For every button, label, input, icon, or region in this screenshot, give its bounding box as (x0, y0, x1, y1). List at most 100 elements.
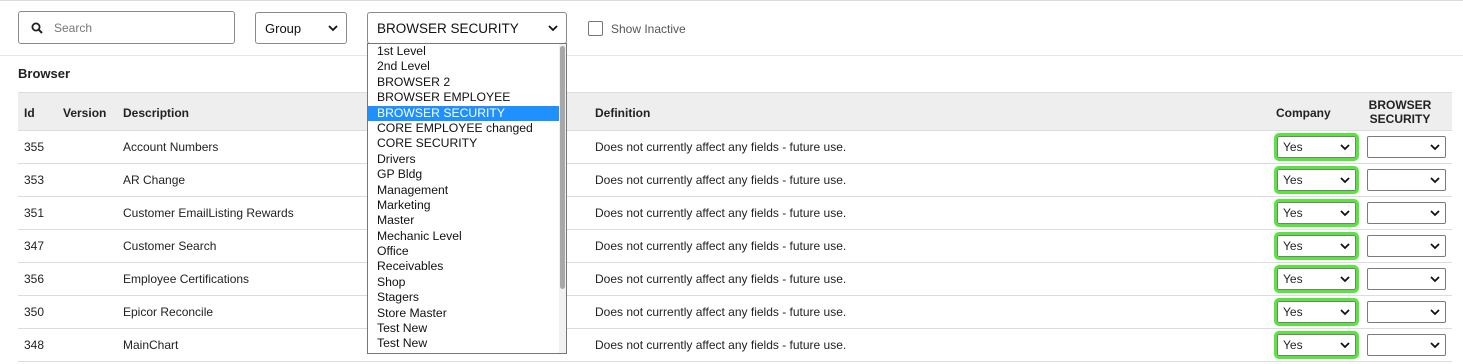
role-dropdown-list[interactable]: 1st Level 2nd Level BROWSER 2 BROWSER EMPLO… (367, 43, 567, 354)
cell-description: Customer Search (123, 239, 217, 253)
browser-security-select[interactable] (1367, 301, 1446, 323)
cell-definition: Does not currently affect any fields - f… (595, 272, 847, 286)
chevron-down-icon (1340, 176, 1350, 183)
dropdown-option[interactable]: 2nd Level (368, 59, 561, 74)
search-icon (31, 22, 43, 34)
chevron-down-icon (1430, 209, 1440, 216)
dropdown-option[interactable]: Receivables (368, 259, 561, 274)
dropdown-scrollbar-thumb[interactable] (560, 46, 565, 289)
column-header-browser-security-line1: BROWSER (1368, 98, 1432, 112)
company-select[interactable]: Yes (1274, 265, 1359, 293)
chevron-down-icon (328, 24, 338, 31)
browser-security-select[interactable] (1367, 268, 1446, 290)
group-select[interactable]: Group (255, 12, 347, 44)
cell-id: 351 (24, 206, 45, 220)
company-select[interactable]: Yes (1274, 298, 1359, 326)
cell-description: AR Change (123, 173, 186, 187)
cell-definition: Does not currently affect any fields - f… (595, 338, 847, 352)
browser-security-select[interactable] (1367, 202, 1446, 224)
chevron-down-icon (1430, 176, 1440, 183)
table-row: 351 Customer EmailListing Rewards Does not… (18, 197, 1452, 230)
cell-description: Epicor Reconcile (123, 305, 214, 319)
search-input[interactable] (52, 19, 232, 36)
show-inactive-label: Show Inactive (611, 21, 686, 36)
company-select[interactable]: Yes (1274, 232, 1359, 260)
company-select[interactable]: Yes (1274, 166, 1359, 194)
company-select[interactable]: Yes (1274, 331, 1359, 359)
company-select-value: Yes (1283, 173, 1303, 187)
cell-id: 347 (24, 239, 45, 253)
browser-security-select[interactable] (1367, 169, 1446, 191)
dropdown-option[interactable]: CORE SECURITY (368, 136, 561, 151)
chevron-down-icon (1340, 308, 1350, 315)
cell-id: 353 (24, 173, 45, 187)
dropdown-scrollbar[interactable] (559, 44, 566, 353)
cell-id: 355 (24, 140, 45, 154)
cell-id: 348 (24, 338, 45, 352)
table-row: 347 Customer Search Does not currently aff… (18, 230, 1452, 263)
dropdown-option[interactable]: Marketing (368, 198, 561, 213)
dropdown-option[interactable]: GP Bldg (368, 167, 561, 182)
dropdown-option[interactable]: Office (368, 244, 561, 259)
dropdown-option[interactable]: Store Master (368, 306, 561, 321)
company-select[interactable]: Yes (1274, 199, 1359, 227)
table-row: 350 Epicor Reconcile Does not currently af… (18, 296, 1452, 329)
column-header-browser-security[interactable]: BROWSER SECURITY (1360, 98, 1440, 126)
dropdown-option[interactable]: BROWSER SECURITY (368, 105, 561, 121)
cell-definition: Does not currently affect any fields - f… (595, 206, 847, 220)
company-select-value: Yes (1283, 140, 1303, 154)
dropdown-option[interactable]: 1st Level (368, 44, 561, 59)
column-header-definition[interactable]: Definition (595, 106, 650, 120)
chevron-down-icon (548, 24, 558, 31)
show-inactive-checkbox[interactable] (588, 21, 603, 36)
cell-definition: Does not currently affect any fields - f… (595, 140, 847, 154)
chevron-down-icon (1340, 242, 1350, 249)
chevron-down-icon (1340, 341, 1350, 348)
dropdown-option[interactable]: Master (368, 213, 561, 228)
dropdown-option[interactable]: Test New (368, 336, 561, 351)
chevron-down-icon (1430, 143, 1440, 150)
browser-security-select[interactable] (1367, 136, 1446, 158)
browser-security-select[interactable] (1367, 334, 1446, 356)
column-header-version[interactable]: Version (63, 106, 106, 120)
dropdown-option[interactable]: Management (368, 183, 561, 198)
table-body: 355 Account Numbers Does not currently aff… (18, 131, 1452, 362)
dropdown-option[interactable]: Drivers (368, 152, 561, 167)
dropdown-option[interactable]: BROWSER 2 (368, 75, 561, 90)
table-row: 348 MainChart Does not currently affect an… (18, 329, 1452, 362)
group-select-value: Group (265, 20, 302, 36)
column-header-browser-security-line2: SECURITY (1369, 112, 1431, 126)
table-row: 356 Employee Certifications Does not curre… (18, 263, 1452, 296)
cell-definition: Does not currently affect any fields - f… (595, 239, 847, 253)
chevron-down-icon (1430, 275, 1440, 282)
role-select[interactable]: BROWSER SECURITY (367, 12, 567, 44)
search-field[interactable] (18, 11, 235, 44)
chevron-down-icon (1430, 341, 1440, 348)
company-select-value: Yes (1283, 206, 1303, 220)
show-inactive-toggle[interactable]: Show Inactive (588, 21, 686, 36)
chevron-down-icon (1340, 275, 1350, 282)
chevron-down-icon (1430, 242, 1440, 249)
column-header-id[interactable]: Id (24, 106, 35, 120)
role-select-value: BROWSER SECURITY (377, 20, 519, 36)
company-select[interactable]: Yes (1274, 133, 1359, 161)
permissions-table: Id Version Description Definition Compan… (18, 92, 1452, 362)
table-header: Id Version Description Definition Compan… (18, 92, 1452, 131)
chevron-down-icon (1340, 143, 1350, 150)
browser-security-select[interactable] (1367, 235, 1446, 257)
dropdown-options: 1st Level 2nd Level BROWSER 2 BROWSER EMPLO… (368, 44, 566, 352)
column-header-company[interactable]: Company (1276, 106, 1331, 120)
dropdown-option[interactable]: CORE EMPLOYEE changed (368, 121, 561, 136)
dropdown-option[interactable]: Test New (368, 321, 561, 336)
dropdown-option[interactable]: Shop (368, 275, 561, 290)
cell-description: MainChart (123, 338, 179, 352)
dropdown-option[interactable]: BROWSER EMPLOYEE (368, 90, 561, 105)
dropdown-option[interactable]: Stagers (368, 290, 561, 305)
company-select-value: Yes (1283, 272, 1303, 286)
dropdown-option[interactable]: Mechanic Level (368, 229, 561, 244)
chevron-down-icon (1430, 308, 1440, 315)
top-border (0, 0, 1463, 1)
column-header-description[interactable]: Description (123, 106, 189, 120)
chevron-down-icon (1340, 209, 1350, 216)
table-row: 355 Account Numbers Does not currently aff… (18, 131, 1452, 164)
